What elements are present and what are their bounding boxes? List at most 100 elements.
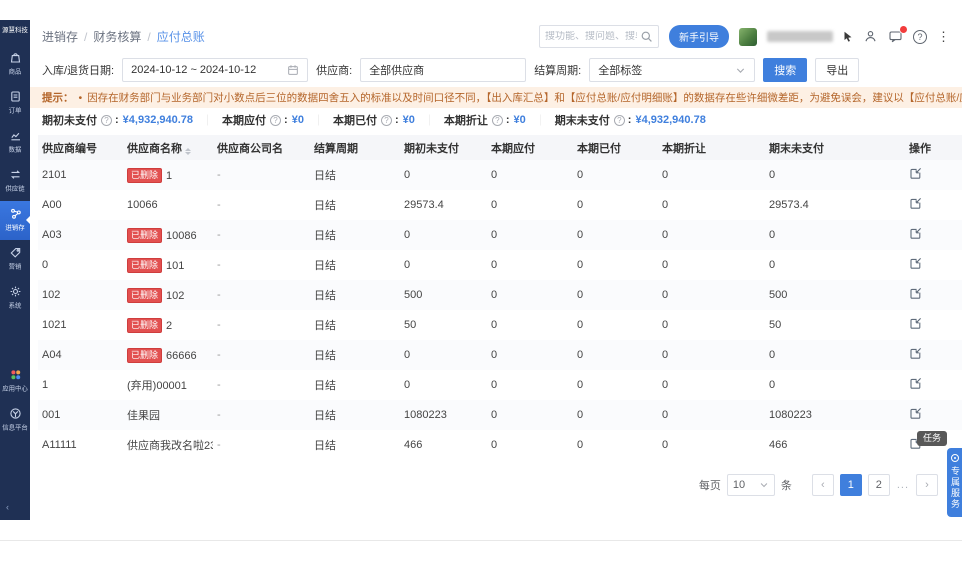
help-icon[interactable] [270, 114, 282, 126]
sidebar-item-inventory[interactable]: 进销存 [0, 200, 30, 240]
global-search-input[interactable] [545, 31, 637, 42]
help-icon[interactable] [613, 114, 625, 126]
view-detail-icon[interactable] [909, 347, 922, 360]
summary-label: 本期折让 [443, 115, 488, 127]
cell-name: 已删除 1 [123, 160, 213, 190]
help-icon[interactable] [101, 114, 112, 126]
exchange-arrows-icon [9, 168, 22, 181]
page-button-2[interactable]: 2 [867, 474, 890, 496]
more-menu-icon[interactable]: ⋮ [937, 30, 950, 43]
cell-paid: 0 [577, 319, 584, 331]
sidebar-item-products[interactable]: 商品 [0, 45, 30, 84]
cell-paid: 0 [577, 229, 584, 241]
cell-name: 已删除 102 [123, 280, 213, 310]
cell-paid: 0 [577, 409, 584, 421]
tag-icon [9, 246, 22, 259]
help-icon[interactable] [491, 114, 503, 126]
cell-company: - [217, 199, 221, 211]
avatar[interactable] [739, 27, 757, 46]
view-detail-icon[interactable] [909, 257, 922, 270]
help-icon[interactable] [913, 29, 927, 44]
view-detail-icon[interactable] [909, 407, 922, 420]
col-supplier-name[interactable]: 供应商名称 [123, 135, 213, 160]
sidebar-collapse-icon[interactable]: ‹ [0, 498, 15, 520]
cell-payable: 0 [491, 169, 498, 181]
nodes-icon [9, 207, 22, 220]
search-button[interactable]: 搜索 [763, 58, 808, 82]
cell-discount: 0 [662, 379, 669, 391]
sidebar-item-app-center[interactable]: 应用中心 [0, 362, 30, 401]
sidebar-item-info-platform[interactable]: 信息平台 [0, 401, 30, 440]
global-search[interactable] [539, 25, 659, 48]
app-grid-icon [9, 368, 22, 381]
cell-name: 供应商我改名啦2333 [127, 440, 213, 452]
cell-discount: 0 [662, 199, 669, 211]
breadcrumb-item[interactable]: 进销存 [42, 28, 78, 45]
summary-value: ¥0 [291, 114, 304, 126]
help-icon[interactable] [380, 114, 392, 126]
prev-page-button[interactable]: ‹ [811, 474, 834, 496]
cell-end: 1080223 [769, 409, 812, 421]
sort-icon[interactable] [185, 147, 191, 155]
page-ellipsis: ... [896, 479, 909, 491]
supplier-input[interactable]: 全部供应商 [360, 58, 527, 82]
contacts-icon[interactable] [863, 29, 878, 44]
cell-paid: 0 [577, 259, 584, 271]
cell-cycle: 日结 [314, 170, 336, 182]
table-row: 0 已删除 101 - 日结 0 0 0 0 0 [38, 250, 962, 280]
view-detail-icon[interactable] [909, 377, 922, 390]
service-floating-button[interactable]: 专属服务 [947, 448, 962, 517]
service-icon [950, 454, 959, 462]
cycle-select[interactable]: 全部标签 [589, 58, 756, 82]
cell-end: 0 [769, 169, 776, 181]
view-detail-icon[interactable] [909, 167, 922, 180]
breadcrumb: 进销存 财务核算 应付总账 [42, 28, 205, 45]
next-page-button[interactable]: › [916, 474, 938, 496]
cell-company: - [217, 409, 221, 421]
cell-payable: 0 [491, 229, 498, 241]
sidebar-item-marketing[interactable]: 营销 [0, 240, 30, 279]
cell-cycle: 日结 [314, 350, 336, 362]
cell-end: 466 [769, 439, 788, 451]
messages-icon[interactable] [888, 25, 908, 44]
table-row: A11111 供应商我改名啦2333 - 日结 466 0 0 0 466 [38, 430, 962, 460]
summary-item: 期末未支付 ¥4,932,940.78 [526, 112, 706, 128]
cell-end: 0 [769, 229, 776, 241]
cell-cycle: 日结 [314, 410, 336, 422]
bag-icon [9, 51, 22, 64]
table-header-row: 供应商编号 供应商名称 供应商公司名 结算周期 期初未支付 本期应付 本期已付 … [38, 135, 962, 160]
view-detail-icon[interactable] [909, 317, 922, 330]
per-page-value: 10 [732, 479, 746, 491]
date-range-input[interactable]: 2024-10-12 ~ 2024-10-12 [122, 58, 309, 82]
hint-text: 因存在财务部门与业务部门对小数点后三位的数据四舍五入的标准以及时间口径不同，【出… [87, 92, 962, 104]
newbie-guide-button[interactable]: 新手引导 [669, 25, 729, 48]
hint-prefix: 提示： [42, 92, 74, 104]
cell-paid: 0 [577, 199, 584, 211]
cell-end: 0 [769, 349, 776, 361]
app-window: 源慧科技 商品 订单 数据 供应链 进销存 营销 系统 应用中心 信息平台 ‹ … [0, 20, 962, 520]
cell-paid: 0 [577, 349, 584, 361]
sidebar-item-data[interactable]: 数据 [0, 123, 30, 162]
document-icon [9, 90, 22, 103]
supplier-value: 全部供应商 [369, 65, 425, 77]
cell-discount: 0 [662, 349, 669, 361]
summary-value: ¥0 [402, 114, 415, 126]
sidebar-item-system[interactable]: 系统 [0, 279, 30, 318]
view-detail-icon[interactable] [909, 287, 922, 300]
summary-label: 本期已付 [332, 115, 377, 127]
per-page-select[interactable]: 10 [726, 474, 775, 496]
breadcrumb-item[interactable]: 财务核算 [78, 28, 141, 45]
cell-company: - [217, 259, 221, 271]
sidebar-item-orders[interactable]: 订单 [0, 84, 30, 123]
sidebar-item-supply-chain[interactable]: 供应链 [0, 162, 30, 201]
cycle-filter-label: 结算周期: [534, 65, 582, 77]
cell-begin: 50 [404, 319, 417, 331]
sidebar-item-label: 供应链 [5, 184, 25, 192]
cell-company: - [217, 289, 221, 301]
page-button-1[interactable]: 1 [839, 474, 862, 496]
view-detail-icon[interactable] [909, 227, 922, 240]
cell-code: 001 [42, 409, 61, 421]
view-detail-icon[interactable] [909, 197, 922, 210]
notification-badge [899, 25, 908, 34]
export-button[interactable]: 导出 [815, 58, 860, 82]
